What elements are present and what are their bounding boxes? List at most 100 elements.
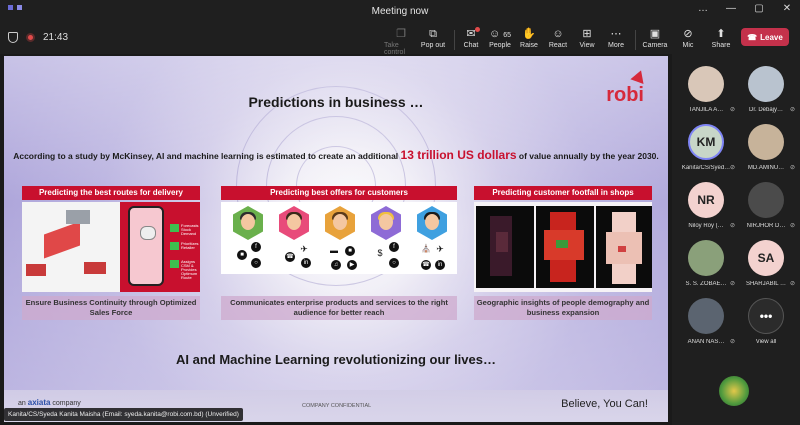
whatsapp-icon: ☎ bbox=[421, 260, 431, 270]
youtube-icon: ▶ bbox=[347, 260, 357, 270]
delivery-illustration: Forecasts Stock Demand Prioritizes Retai… bbox=[22, 202, 200, 292]
mic-off-icon: ⊘ bbox=[729, 107, 735, 113]
card-caption-offers: Communicates enterprise products and ser… bbox=[221, 296, 457, 320]
avatar bbox=[688, 66, 724, 102]
participant-tile[interactable]: Dr. Debajy… ⊘ bbox=[736, 62, 796, 118]
avatar: KM bbox=[688, 124, 724, 160]
take-control-button[interactable]: ❐ Take control bbox=[384, 26, 418, 56]
gamepad-icon: ■ bbox=[345, 246, 355, 256]
avatar bbox=[688, 298, 724, 334]
more-button[interactable]: ⋯ More bbox=[599, 26, 633, 49]
close-window-button[interactable]: ✕ bbox=[778, 3, 796, 14]
pop-out-button[interactable]: ⧉ Pop out bbox=[416, 26, 450, 49]
camera-button[interactable]: ▣ Camera bbox=[638, 26, 672, 49]
toolbar-divider bbox=[635, 30, 636, 50]
card-heading-delivery: Predicting the best routes for delivery bbox=[22, 186, 200, 200]
window-title: Meeting now bbox=[371, 6, 429, 17]
title-bar: Meeting now … — ▢ ✕ bbox=[0, 0, 800, 24]
participant-tile[interactable]: MD.AMINU… ⊘ bbox=[736, 120, 796, 176]
persona-avatar bbox=[279, 206, 309, 240]
persona-avatar bbox=[371, 206, 401, 240]
persona-avatar bbox=[417, 206, 447, 240]
participant-tile[interactable]: ANAN NAS… ⊘ bbox=[676, 294, 736, 350]
mic-off-icon: ⊘ bbox=[789, 165, 795, 171]
take-control-icon: ❐ bbox=[396, 28, 406, 40]
check-icon bbox=[170, 242, 179, 250]
card-heading-offers: Predicting best offers for customers bbox=[221, 186, 457, 200]
raise-hand-icon: ✋ bbox=[522, 28, 536, 40]
view-all-button[interactable]: ••• View all bbox=[736, 294, 796, 350]
avatar bbox=[688, 240, 724, 276]
avatar: NR bbox=[688, 182, 724, 218]
view-icon: ⊞ bbox=[582, 28, 592, 40]
gamepad-icon: ■ bbox=[237, 250, 247, 260]
participant-tile[interactable]: NIRJHOR D… ⊘ bbox=[736, 178, 796, 234]
avatar bbox=[748, 66, 784, 102]
mic-off-icon: ⊘ bbox=[729, 339, 735, 345]
whatsapp-icon: ☎ bbox=[285, 252, 295, 262]
mic-off-icon: ⊘ bbox=[789, 223, 795, 229]
card-caption-footfall: Geographic insights of people demography… bbox=[474, 296, 652, 320]
mic-off-icon: ⊘ bbox=[789, 107, 795, 113]
mic-button[interactable]: ⊘ Mic bbox=[671, 26, 705, 49]
participants-panel: TANJILA A… ⊘ Dr. Debajy… ⊘ KM Kanita/CS/… bbox=[672, 54, 800, 425]
participant-tile[interactable]: TANJILA A… ⊘ bbox=[676, 62, 736, 118]
more-icon: ⋯ bbox=[610, 28, 622, 40]
camera-off-icon: ▣ bbox=[649, 28, 661, 40]
share-button[interactable]: ⬆ Share bbox=[704, 26, 738, 49]
pop-out-icon: ⧉ bbox=[429, 28, 437, 40]
chat-badge bbox=[475, 27, 480, 32]
more-options-icon[interactable]: … bbox=[694, 3, 712, 14]
instagram-icon: ○ bbox=[389, 258, 399, 268]
participant-tile[interactable]: NR Niloy Roy (… ⊘ bbox=[676, 178, 736, 234]
participant-tile[interactable]: S. S. ZOBAE… ⊘ bbox=[676, 236, 736, 292]
dollar-icon: $ bbox=[377, 248, 383, 258]
participant-tile[interactable]: KM Kanita/CS/Syed… ⊘ bbox=[676, 120, 736, 176]
shared-content-stage: Predictions in business … robi According… bbox=[0, 54, 672, 425]
mic-off-icon: ⊘ bbox=[789, 281, 795, 287]
footfall-heatmaps bbox=[474, 202, 652, 292]
slide-tagline: AI and Machine Learning revolutionizing … bbox=[176, 352, 496, 367]
avatar bbox=[748, 124, 784, 160]
check-icon bbox=[170, 224, 179, 232]
share-icon: ⬆ bbox=[716, 28, 726, 40]
meeting-timer: 21:43 bbox=[43, 32, 69, 43]
mckinsey-statement: According to a study by McKinsey, AI and… bbox=[13, 148, 659, 162]
phone-illustration: Forecasts Stock Demand Prioritizes Retai… bbox=[120, 202, 200, 292]
react-icon: ☺ bbox=[552, 28, 564, 40]
avatar: SA bbox=[748, 240, 784, 276]
facebook-icon: f bbox=[389, 242, 399, 252]
card-heading-footfall: Predicting customer footfall in shops bbox=[474, 186, 652, 200]
card-caption-delivery: Ensure Business Continuity through Optim… bbox=[22, 296, 200, 320]
presentation-slide: Predictions in business … robi According… bbox=[4, 56, 668, 422]
mic-off-icon: ⊘ bbox=[683, 28, 693, 40]
customer-personas: ■ f ○ ☎ ✈ in ▬ ■ ♫ ▶ $ f ○ ⛪ ✈ ☎ in bbox=[221, 202, 457, 274]
car-icon: ▬ bbox=[330, 246, 338, 255]
presenter-label: Kanita/CS/Syeda Kanita Maisha (Email: sy… bbox=[4, 408, 243, 421]
leave-button[interactable]: ☎ Leave bbox=[741, 28, 789, 46]
participant-count: 65 bbox=[503, 32, 512, 39]
heatmap-dark bbox=[476, 206, 534, 288]
slide-title: Predictions in business … bbox=[248, 94, 424, 110]
persona-avatar bbox=[325, 206, 355, 240]
heatmap-red bbox=[536, 206, 594, 288]
linkedin-icon: in bbox=[301, 258, 311, 268]
highlight-value: 13 trillion US dollars bbox=[400, 148, 517, 162]
more-icon: ••• bbox=[748, 298, 784, 334]
self-view-avatar[interactable] bbox=[719, 376, 749, 406]
phone-hangup-icon: ☎ bbox=[747, 32, 758, 42]
robi-logo: robi bbox=[606, 84, 644, 106]
airplane-icon: ✈ bbox=[300, 244, 308, 254]
participant-tile[interactable]: SA SHARJABIL … ⊘ bbox=[736, 236, 796, 292]
people-icon: ☺ bbox=[488, 28, 501, 40]
tiktok-icon: ♫ bbox=[331, 260, 341, 270]
persona-avatar bbox=[233, 206, 263, 240]
robot-icon bbox=[140, 226, 156, 240]
mic-off-icon: ⊘ bbox=[729, 281, 735, 287]
axiata-logo: an axiata company bbox=[18, 398, 81, 407]
minimize-button[interactable]: — bbox=[722, 3, 740, 14]
facebook-icon: f bbox=[251, 242, 261, 252]
bank-icon: ⛪ bbox=[421, 244, 431, 253]
meeting-toolbar: 21:43 ❐ Take control ⧉ Pop out ✉ Chat ☺ … bbox=[0, 24, 800, 56]
maximize-button[interactable]: ▢ bbox=[750, 3, 768, 14]
